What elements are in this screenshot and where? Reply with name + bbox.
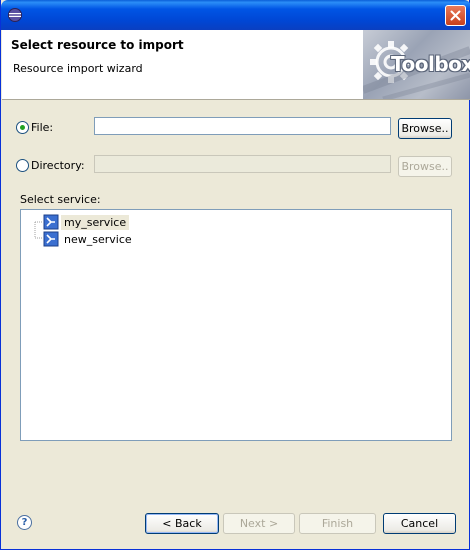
logo-text: Toolbox [391,52,470,76]
file-radio[interactable] [16,121,29,134]
toolbox-logo: Toolbox [363,30,470,99]
close-icon [450,10,461,21]
eclipse-icon [8,8,22,22]
tree-item-label: my_service [61,214,130,230]
back-button[interactable]: < Back [145,513,219,534]
service-icon [43,214,59,230]
wizard-banner: Select resource to import Resource impor… [2,30,470,100]
help-icon[interactable]: ? [17,515,32,530]
select-service-label: Select service: [20,193,101,206]
directory-radio[interactable] [16,159,29,172]
tree-item-label: new_service [64,232,132,246]
page-title: Select resource to import [11,38,184,52]
service-icon [43,231,59,247]
page-description: Resource import wizard [13,62,143,75]
file-label: File: [31,121,54,134]
title-bar[interactable] [1,0,470,30]
directory-path-input[interactable] [94,155,391,173]
wizard-window: Select resource to import Resource impor… [0,0,470,550]
service-tree[interactable]: my_service new_service [20,209,452,441]
file-path-input[interactable] [94,117,391,135]
file-browse-button[interactable]: Browse.. [398,118,452,139]
tree-item-my-service[interactable]: my_service [43,214,130,230]
next-button[interactable]: Next > [223,513,295,534]
cancel-button[interactable]: Cancel [383,513,456,534]
finish-button[interactable]: Finish [299,513,376,534]
directory-label: Directory: [31,159,85,172]
directory-browse-button[interactable]: Browse.. [398,156,452,177]
close-button[interactable] [445,5,466,26]
tree-item-new-service[interactable]: new_service [43,231,135,247]
